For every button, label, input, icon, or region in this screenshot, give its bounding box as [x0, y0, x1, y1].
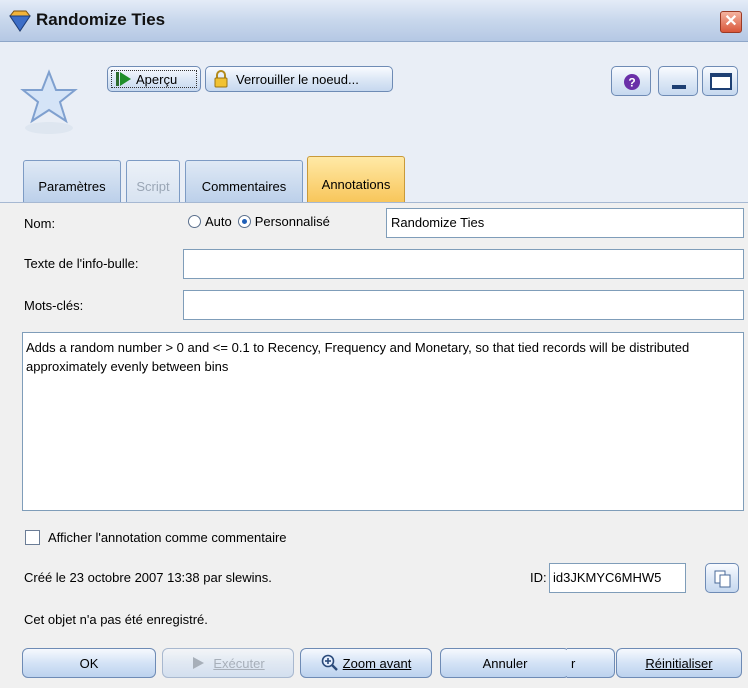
name-label: Nom:: [24, 216, 56, 231]
show-as-comment-checkbox[interactable]: [25, 530, 40, 545]
run-label: Exécuter: [213, 655, 265, 671]
tab-label: Script: [136, 179, 170, 194]
copy-id-button[interactable]: [705, 563, 739, 593]
cancel-label: Annuler: [482, 655, 528, 671]
node-diamond-icon: [9, 10, 31, 32]
zoom-in-button[interactable]: Zoom avant: [300, 648, 432, 678]
auto-radio[interactable]: [188, 215, 201, 228]
tab-label: Annotations: [321, 177, 391, 192]
keywords-label: Mots-clés:: [24, 298, 84, 313]
cancel-button[interactable]: Annuler: [440, 648, 570, 678]
title-bar: Randomize Ties ✕: [0, 0, 748, 42]
zoom-in-icon: [321, 654, 338, 671]
created-info: Créé le 23 octobre 2007 13:38 par slewin…: [24, 570, 272, 585]
save-status: Cet objet n'a pas été enregistré.: [24, 612, 208, 627]
reset-button[interactable]: Réinitialiser: [616, 648, 742, 678]
tab-label: Paramètres: [38, 179, 106, 194]
name-input[interactable]: Randomize Ties: [386, 208, 744, 238]
lock-label: Verrouiller le noeud...: [236, 71, 359, 87]
maximize-button[interactable]: [702, 66, 738, 96]
apply-button[interactable]: r: [567, 648, 615, 678]
minimize-button[interactable]: [658, 66, 698, 96]
ok-button[interactable]: OK: [22, 648, 156, 678]
reset-label: Réinitialiser: [645, 655, 713, 671]
lock-node-button[interactable]: Verrouiller le noeud...: [205, 66, 393, 92]
minimize-icon: [672, 85, 686, 89]
run-play-icon: [193, 657, 205, 669]
keywords-input[interactable]: [183, 290, 744, 320]
run-button: Exécuter: [162, 648, 294, 678]
tab-annotations[interactable]: Annotations: [307, 156, 405, 202]
preview-button[interactable]: Aperçu: [107, 66, 201, 92]
lock-icon: [214, 70, 228, 88]
preview-label: Aperçu: [136, 71, 178, 87]
preview-play-icon: [116, 72, 131, 86]
custom-radio-label: Personnalisé: [254, 214, 330, 229]
id-field[interactable]: id3JKMYC6MHW5: [549, 563, 686, 593]
tooltip-input[interactable]: [183, 249, 744, 279]
annotation-textarea[interactable]: Adds a random number > 0 and <= 0.1 to R…: [22, 332, 744, 511]
tooltip-label: Texte de l'info-bulle:: [24, 256, 139, 271]
show-as-comment-label: Afficher l'annotation comme commentaire: [48, 530, 287, 545]
close-button[interactable]: ✕: [720, 11, 742, 33]
tab-script: Script: [126, 160, 180, 202]
auto-radio-label: Auto: [205, 214, 232, 229]
star-node-icon: [20, 69, 78, 134]
maximize-icon: [710, 73, 732, 90]
apply-label: r: [571, 655, 576, 671]
name-mode-radios: Auto Personnalisé: [188, 214, 330, 229]
copy-icon: [714, 570, 731, 588]
help-button[interactable]: ?: [611, 66, 651, 96]
svg-text:?: ?: [628, 76, 635, 90]
help-icon: ?: [624, 74, 640, 90]
custom-radio[interactable]: [237, 215, 251, 228]
id-label: ID:: [530, 570, 547, 585]
tab-parametres[interactable]: Paramètres: [23, 160, 121, 202]
window-title: Randomize Ties: [36, 10, 166, 29]
zoom-in-label: Zoom avant: [342, 655, 412, 671]
tab-commentaires[interactable]: Commentaires: [185, 160, 303, 202]
tab-label: Commentaires: [201, 179, 287, 194]
ok-label: OK: [79, 655, 99, 671]
